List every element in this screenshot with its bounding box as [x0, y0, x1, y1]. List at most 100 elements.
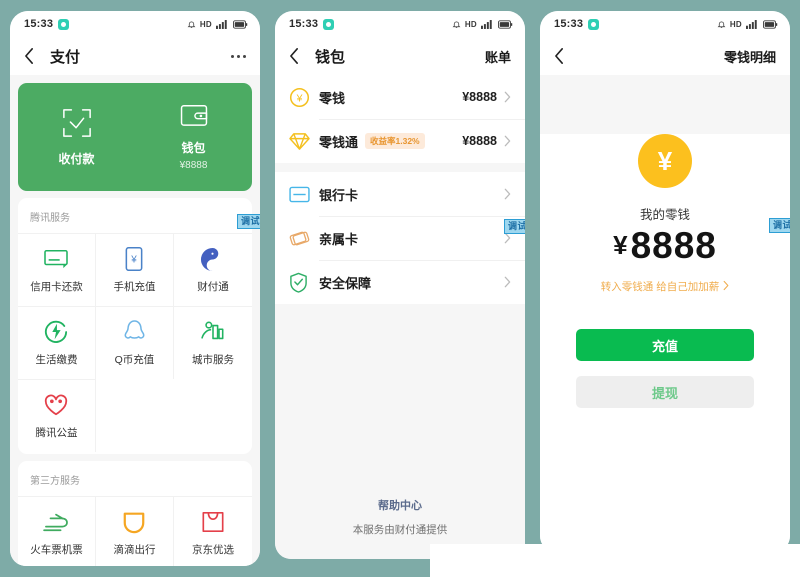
service-item-utility-bill[interactable]: 生活缴费	[18, 306, 96, 379]
tencent-service-grid: 信用卡还款 ¥ 手机充值 财付通 生活缴费 Q币充值 城市服务 腾讯公益	[18, 233, 252, 452]
train-plane-ticket-icon	[42, 509, 70, 535]
service-label: 生活缴费	[35, 354, 78, 366]
wallet-row-amount: ¥8888	[462, 134, 497, 148]
tencent-section-title: 腾讯服务	[30, 213, 70, 224]
tenpay-icon	[200, 246, 225, 272]
status-bar-right: HD	[187, 20, 248, 29]
bottom-white-strip	[430, 544, 800, 577]
help-center-link[interactable]: 帮助中心	[275, 497, 525, 513]
scan-pay-label: 收付款	[58, 151, 95, 166]
nav-bar-wallet: 钱包 账单	[275, 37, 525, 75]
wallet-row-security[interactable]: 安全保障	[275, 260, 525, 304]
shield-icon	[289, 272, 319, 293]
wallet-group-divider	[275, 163, 525, 172]
wallet-label: 钱包	[181, 141, 206, 155]
bills-link[interactable]: 账单	[485, 47, 511, 66]
scan-code-icon	[62, 108, 92, 143]
wallet-body: ¥ 零钱 ¥8888 零钱通 收益率1.32% ¥8888 银行卡 亲属卡 安全…	[275, 75, 525, 559]
service-item-qcoin[interactable]: Q币充值	[95, 306, 174, 379]
chevron-left-icon	[555, 47, 564, 65]
three-phone-screenshot-stage: 调试 15:33 HD 支付 收付款 钱包 ¥8888 腾讯服务 信用卡还款 ¥…	[0, 0, 800, 577]
wallet-row-label: 银行卡	[319, 187, 359, 203]
page-title: 支付	[50, 48, 81, 66]
bank-card-icon	[289, 186, 319, 203]
alarm-icon	[187, 20, 196, 29]
status-bar-left: 15:33	[289, 18, 335, 30]
service-label: 京东优选	[191, 544, 234, 556]
balance-label: 我的零钱	[639, 208, 690, 222]
service-label: 城市服务	[191, 354, 234, 366]
chevron-right-icon	[504, 91, 511, 103]
app-dot-icon	[588, 18, 600, 30]
coin-yen-icon: ¥	[289, 87, 319, 108]
battery-icon	[233, 19, 248, 29]
credit-card-repay-icon	[43, 246, 69, 272]
more-dots-icon[interactable]	[231, 54, 246, 58]
debug-badge[interactable]: 调试	[236, 214, 260, 229]
page-title: 零钱明细	[723, 49, 776, 65]
service-item-train-plane-ticket[interactable]: 火车票机票	[18, 496, 96, 566]
status-bar: 15:33 HD	[540, 11, 790, 37]
phone-panel-balance-detail: 调试 15:33 HD 零钱明细 ¥ 我的零钱 ¥8888 转入零钱通 给自己加…	[540, 11, 790, 552]
wallet-row-label: 零钱	[319, 90, 346, 106]
app-dot-icon	[58, 18, 70, 30]
svg-text:¥: ¥	[131, 255, 138, 266]
status-bar: 15:33 HD	[275, 11, 525, 37]
phone-panel-pay: 调试 15:33 HD 支付 收付款 钱包 ¥8888 腾讯服务 信用卡还款 ¥…	[10, 11, 260, 566]
pay-body: 收付款 钱包 ¥8888 腾讯服务 信用卡还款 ¥ 手机充值 财付通 生活缴费 …	[10, 83, 260, 566]
diamond-icon	[289, 131, 319, 151]
wallet-row-change-plus[interactable]: 零钱通 收益率1.32% ¥8888	[275, 119, 525, 163]
balance-value: 8888	[630, 225, 717, 266]
status-time: 15:33	[554, 18, 584, 30]
app-dot-icon	[323, 18, 335, 30]
wallet-row-family-card[interactable]: 亲属卡	[275, 216, 525, 260]
battery-icon	[763, 19, 778, 29]
svg-text:¥: ¥	[296, 92, 303, 104]
service-item-tenpay[interactable]: 财付通	[173, 233, 252, 306]
mobile-topup-icon: ¥	[125, 246, 143, 272]
nav-bar-pay: 支付	[10, 37, 260, 75]
status-bar-left: 15:33	[554, 18, 600, 30]
back-button[interactable]	[554, 45, 574, 67]
debug-badge[interactable]: 调试	[503, 219, 525, 234]
status-bar-left: 15:33	[24, 18, 70, 30]
pay-green-card: 收付款 钱包 ¥8888	[18, 83, 252, 191]
service-label: 滴滴出行	[113, 544, 156, 556]
service-label: 手机充值	[113, 281, 156, 293]
chevron-left-icon	[25, 47, 34, 65]
service-provider-text: 本服务由财付通提供	[352, 524, 448, 536]
service-item-credit-card-repay[interactable]: 信用卡还款	[18, 233, 96, 306]
recharge-button[interactable]: 充值	[576, 329, 754, 361]
back-button[interactable]	[289, 45, 309, 67]
alarm-icon	[452, 20, 461, 29]
service-item-city-service[interactable]: 城市服务	[173, 306, 252, 379]
wallet-entry[interactable]: 钱包 ¥8888	[135, 103, 252, 171]
chevron-right-icon	[504, 232, 511, 244]
chevron-right-icon	[723, 280, 729, 294]
wallet-footer: 帮助中心 本服务由财付通提供	[275, 497, 525, 537]
signal-icon	[216, 19, 229, 29]
service-item-didi[interactable]: 滴滴出行	[95, 496, 174, 566]
third-party-section-title: 第三方服务	[30, 476, 80, 487]
service-label: 火车票机票	[30, 544, 83, 556]
didi-icon	[122, 509, 146, 535]
withdraw-button[interactable]: 提现	[576, 376, 754, 408]
utility-bill-icon	[44, 319, 68, 345]
chevron-right-icon	[504, 276, 511, 288]
wallet-row-bank-card[interactable]: 银行卡	[275, 172, 525, 216]
wallet-amount: ¥8888	[179, 160, 208, 171]
coin-yen-icon: ¥	[638, 134, 692, 188]
service-item-jd[interactable]: 京东优选	[173, 496, 252, 566]
balance-detail-body: ¥ 我的零钱 ¥8888 转入零钱通 给自己加加薪 充值 提现 常见问题 本服务…	[540, 134, 790, 552]
scan-pay-entry[interactable]: 收付款	[18, 108, 135, 167]
jd-bag-icon	[201, 509, 225, 535]
transfer-promo-link[interactable]: 转入零钱通 给自己加加薪	[540, 279, 790, 294]
service-item-charity[interactable]: 腾讯公益	[18, 379, 96, 452]
signal-icon	[746, 19, 759, 29]
hd-icon: HD	[729, 19, 742, 29]
service-item-mobile-topup[interactable]: ¥ 手机充值	[95, 233, 174, 306]
service-label: Q币充值	[114, 354, 155, 366]
debug-badge[interactable]: 调试	[768, 218, 790, 233]
back-button[interactable]	[24, 45, 44, 67]
wallet-row-change[interactable]: ¥ 零钱 ¥8888	[275, 75, 525, 119]
